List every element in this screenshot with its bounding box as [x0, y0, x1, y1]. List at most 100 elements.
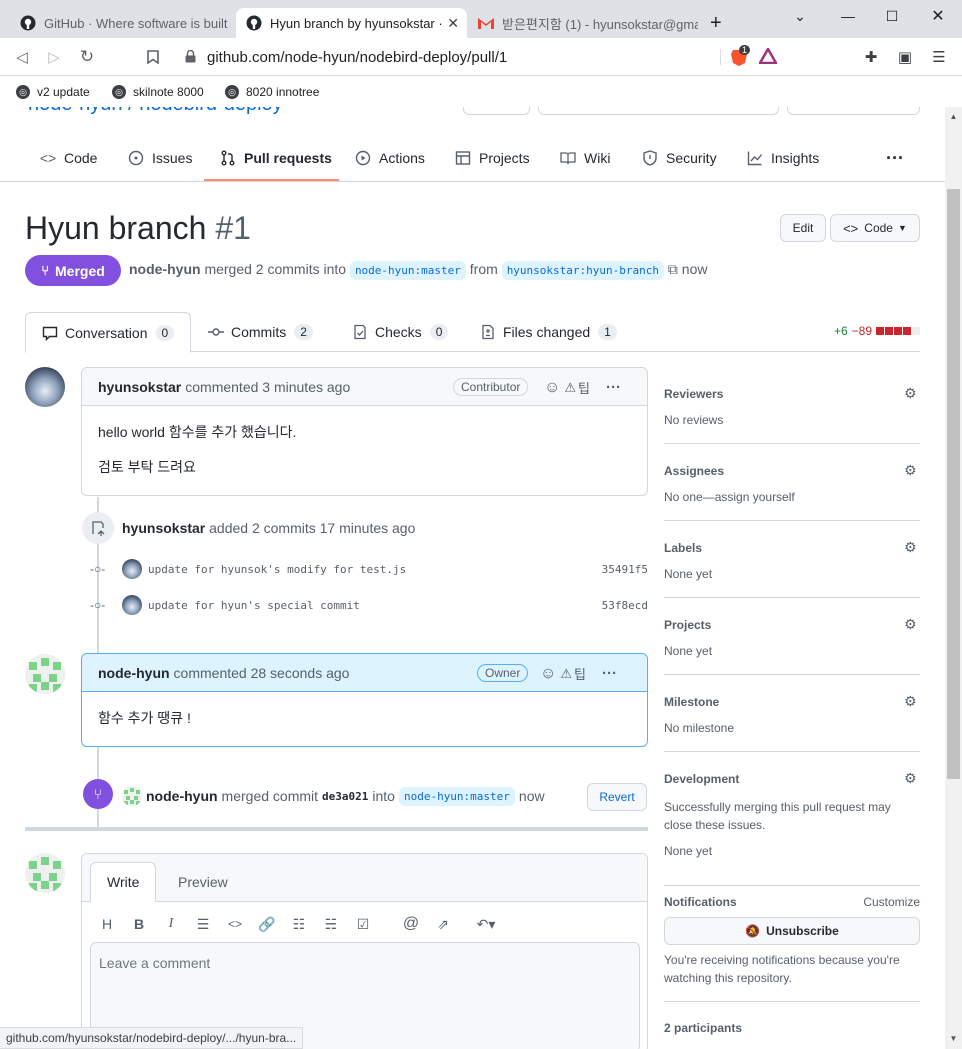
page-title: Hyun branch #1 [25, 210, 251, 246]
menu-icon[interactable]: ☰ [929, 47, 949, 67]
tab-search-icon[interactable]: ⌄ [780, 4, 820, 28]
scroll-down-icon[interactable]: ▼ [945, 1031, 962, 1045]
page-scrollbar[interactable]: ▲ ▼ [945, 107, 962, 1049]
browser-tab-bar: GitHub · Where software is built Hyun br… [0, 0, 962, 38]
fork-button[interactable] [538, 107, 779, 115]
nav-security[interactable]: Security [642, 146, 717, 170]
window-close-icon[interactable]: ✕ [918, 4, 958, 28]
forward-icon[interactable]: ▷ [44, 47, 64, 67]
avatar[interactable] [122, 786, 142, 806]
base-branch[interactable]: node-hyun:master [398, 786, 515, 806]
tab-preview[interactable]: Preview [162, 862, 244, 902]
scrollbar-thumb[interactable] [947, 189, 960, 779]
commit-sha[interactable]: 35491f5 [602, 563, 648, 576]
avatar[interactable] [25, 654, 65, 694]
gear-icon[interactable]: ⚙ [904, 770, 920, 786]
unordered-list-icon[interactable]: ☷ [289, 914, 309, 934]
quote-icon[interactable]: ☰ [193, 914, 213, 934]
bookmarks-bar: ◎ v2 update ◎ skilnote 8000 ◎ 8020 innotree [0, 77, 962, 107]
italic-button[interactable]: I [161, 914, 181, 934]
tab-write[interactable]: Write [90, 862, 157, 902]
ordered-list-icon[interactable]: ☵ [321, 914, 341, 934]
bookmark-innotree[interactable]: ◎ 8020 innotree [225, 82, 319, 102]
tab-conversation[interactable]: Conversation 0 [25, 312, 191, 353]
edit-button[interactable]: Edit [780, 214, 826, 242]
browser-status-bar: github.com/hyunsokstar/nodebird-deploy/.… [0, 1027, 304, 1049]
code-dropdown-button[interactable]: <> Code ▼ [830, 214, 920, 242]
comment-card: hyunsokstar commented 3 minutes ago Cont… [81, 367, 648, 496]
nav-more-button[interactable]: ··· [886, 146, 904, 170]
head-branch[interactable]: hyunsokstar:hyun-branch [501, 261, 665, 280]
nav-wiki[interactable]: Wiki [560, 146, 610, 170]
wallet-icon[interactable]: ▣ [895, 47, 915, 67]
warning-icon[interactable]: ⚠ [564, 380, 576, 396]
maximize-icon[interactable]: ☐ [872, 4, 912, 28]
commit-message[interactable]: update for hyunsok's modify for test.js [148, 563, 406, 576]
repo-title[interactable]: node-hyun / nodebird-deploy [28, 107, 283, 116]
bookmark-skilnote[interactable]: ◎ skilnote 8000 [112, 82, 204, 102]
back-icon[interactable]: ◁ [12, 47, 32, 67]
comment-author[interactable]: node-hyun [98, 665, 170, 681]
star-button[interactable] [787, 107, 920, 115]
merge-commit-sha[interactable]: de3a021 [322, 790, 368, 803]
cross-reference-icon[interactable]: ⇗ [433, 914, 453, 934]
gear-icon[interactable]: ⚙ [904, 385, 920, 401]
heading-button[interactable]: H [97, 914, 117, 934]
close-tab-icon[interactable]: ✕ [447, 15, 459, 32]
sidebar-reviewers: Reviewers ⚙ No reviews [664, 379, 920, 444]
minimize-icon[interactable]: — [828, 4, 868, 28]
code-icon[interactable]: <> [225, 914, 245, 934]
nav-projects[interactable]: Projects [455, 146, 530, 170]
scroll-up-icon[interactable]: ▲ [945, 109, 962, 123]
gear-icon[interactable]: ⚙ [904, 462, 920, 478]
kebab-icon[interactable]: ··· [606, 379, 621, 396]
warning-icon[interactable]: ⚠ [560, 666, 572, 682]
nav-actions[interactable]: Actions [355, 146, 425, 170]
nav-insights[interactable]: Insights [747, 146, 819, 170]
address-bar[interactable]: github.com/node-hyun/nodebird-deploy/pul… [175, 43, 787, 71]
nav-code[interactable]: <> Code [40, 146, 98, 170]
smiley-icon[interactable]: ☺ [544, 379, 560, 397]
issue-icon [128, 150, 144, 166]
smiley-icon[interactable]: ☺ [540, 665, 556, 683]
commit-sha[interactable]: 53f8ecd [602, 599, 648, 612]
avatar[interactable] [122, 595, 142, 615]
gear-icon[interactable]: ⚙ [904, 616, 920, 632]
bold-button[interactable]: B [129, 914, 149, 934]
extensions-icon[interactable]: ✚ [861, 47, 881, 67]
revert-button[interactable]: Revert [587, 783, 647, 811]
comment-author[interactable]: hyunsokstar [98, 379, 181, 395]
gear-icon[interactable]: ⚙ [904, 693, 920, 709]
brave-rewards-icon[interactable] [757, 46, 779, 68]
pr-author[interactable]: node-hyun [129, 261, 201, 277]
base-branch[interactable]: node-hyun:master [349, 261, 466, 280]
browser-tab-gmail[interactable]: 받은편지함 (1) - hyunsokstar@gma [468, 8, 698, 38]
customize-link[interactable]: Customize [863, 895, 920, 909]
reply-icon[interactable]: ↶▾ [471, 914, 501, 934]
commit-message[interactable]: update for hyun's special commit [148, 599, 360, 612]
tab-files-changed[interactable]: Files changed 1 [480, 312, 617, 352]
watch-button[interactable] [463, 107, 530, 115]
bookmark-v2-update[interactable]: ◎ v2 update [16, 82, 90, 102]
nav-issues[interactable]: Issues [128, 146, 192, 170]
mention-icon[interactable]: @ [401, 914, 421, 934]
avatar[interactable] [122, 559, 142, 579]
gear-icon[interactable]: ⚙ [904, 539, 920, 555]
link-icon[interactable]: 🔗 [257, 914, 277, 934]
browser-tab-github-home[interactable]: GitHub · Where software is built [10, 8, 235, 38]
unsubscribe-button[interactable]: 🔕 Unsubscribe [664, 917, 920, 945]
tab-checks[interactable]: Checks 0 [352, 312, 449, 352]
brave-shields-icon[interactable]: 1 [729, 45, 751, 71]
tab-commits[interactable]: Commits 2 [208, 312, 313, 352]
reload-icon[interactable]: ↻ [77, 47, 97, 67]
kebab-icon[interactable]: ··· [602, 665, 617, 682]
avatar[interactable] [25, 367, 65, 407]
copy-icon[interactable]: ⧉ [668, 261, 678, 277]
sidebar-labels: Labels ⚙ None yet [664, 533, 920, 598]
avatar[interactable] [25, 853, 65, 893]
nav-pull-requests[interactable]: Pull requests [220, 146, 332, 170]
task-list-icon[interactable]: ☑ [353, 914, 373, 934]
browser-tab-pull-request[interactable]: Hyun branch by hyunsokstar · P ✕ [236, 8, 467, 38]
new-tab-button[interactable]: + [700, 8, 734, 38]
bookmark-icon[interactable] [143, 47, 163, 67]
